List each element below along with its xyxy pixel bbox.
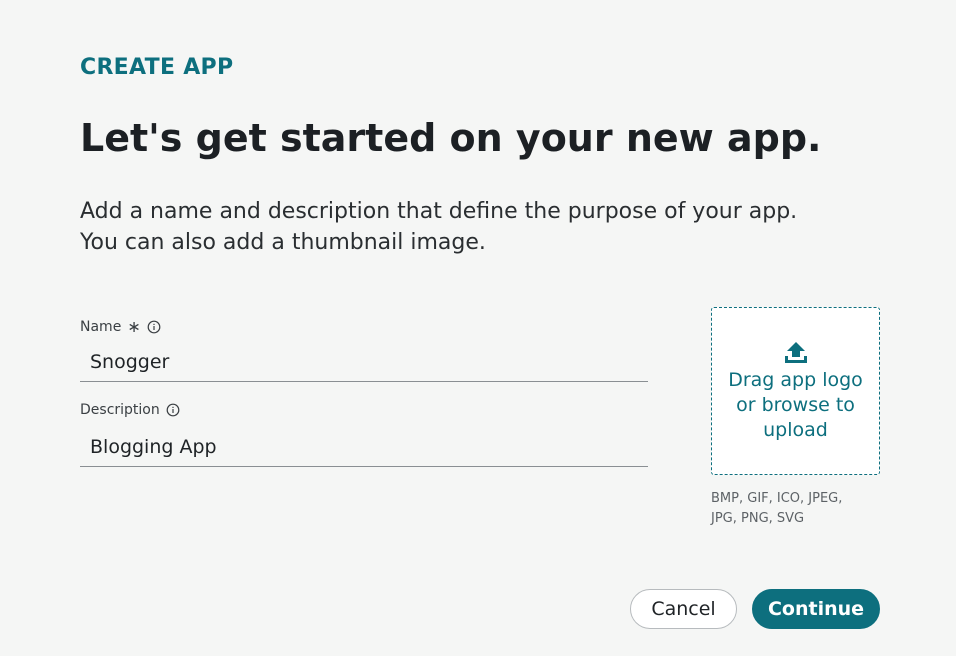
continue-button[interactable]: Continue <box>752 589 880 629</box>
page-eyebrow: CREATE APP <box>80 55 234 80</box>
dropzone-text: Drag app logo or browse to upload <box>712 368 879 443</box>
name-label-text: Name <box>80 318 122 335</box>
name-input[interactable] <box>80 342 648 382</box>
cancel-button[interactable]: Cancel <box>630 589 737 629</box>
formats-line-1: BMP, GIF, ICO, JPEG, <box>711 491 843 506</box>
intro-line-2: You can also add a thumbnail image. <box>80 230 486 255</box>
intro-line-1: Add a name and description that define t… <box>80 199 798 224</box>
upload-icon <box>783 340 809 366</box>
info-circle-icon[interactable] <box>166 403 180 417</box>
required-asterisk: ∗ <box>127 317 141 336</box>
page-title: Let's get started on your new app. <box>80 116 822 160</box>
supported-formats: BMP, GIF, ICO, JPEG, JPG, PNG, SVG <box>711 489 881 529</box>
dropzone-line-3: upload <box>763 419 828 441</box>
description-field-label: Description <box>80 402 180 418</box>
description-label-text: Description <box>80 402 160 418</box>
logo-upload-dropzone[interactable]: Drag app logo or browse to upload <box>711 307 880 475</box>
page-intro: Add a name and description that define t… <box>80 196 860 258</box>
name-field-label: Name ∗ <box>80 317 161 336</box>
info-circle-icon[interactable] <box>147 320 161 334</box>
description-input[interactable] <box>80 427 648 467</box>
dropzone-line-2: or browse to <box>736 394 855 416</box>
formats-line-2: JPG, PNG, SVG <box>711 511 805 526</box>
dropzone-line-1: Drag app logo <box>728 369 863 391</box>
